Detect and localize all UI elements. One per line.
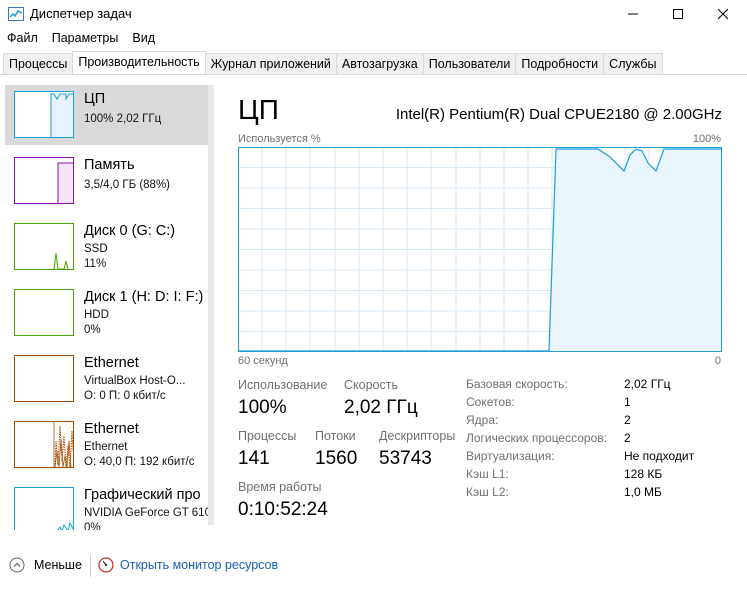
l2-cache-value: 1,0 МБ: [624, 485, 662, 499]
sidebar-item-title: ЦП: [84, 91, 106, 107]
tab-users[interactable]: Пользователи: [422, 53, 517, 74]
tab-app-history[interactable]: Журнал приложений: [204, 53, 337, 74]
memory-thumbnail: [14, 157, 74, 204]
menu-file[interactable]: Файл: [0, 29, 45, 49]
sidebar-item-title: Графический про: [84, 487, 201, 503]
cores-label: Ядра:: [466, 413, 499, 427]
sidebar-scrollbar[interactable]: [208, 85, 214, 525]
handles-value: 53743: [379, 448, 432, 469]
processes-label: Процессы: [238, 429, 297, 443]
l2-cache-label: Кэш L2:: [466, 485, 509, 499]
sidebar-item-gpu[interactable]: Графический про NVIDIA GeForce GT 610 0%: [5, 481, 211, 530]
logical-processors-value: 2: [624, 431, 631, 445]
fewer-details-button[interactable]: Меньше: [34, 558, 82, 572]
sidebar-item-title: Диск 0 (G: C:): [84, 223, 176, 239]
resource-monitor-icon[interactable]: [98, 557, 114, 573]
disk-1-thumbnail: [14, 289, 74, 336]
page-title: ЦП: [238, 94, 279, 125]
sidebar-item-title: Ethernet: [84, 421, 139, 437]
l1-cache-label: Кэш L1:: [466, 467, 509, 481]
cpu-model-name: Intel(R) Pentium(R) Dual CPUE2180 @ 2.00…: [395, 106, 722, 123]
sidebar-item-detail: 3,5/4,0 ГБ (88%): [84, 179, 171, 191]
tab-details[interactable]: Подробности: [515, 53, 605, 74]
sidebar-item-usage: 0%: [84, 522, 101, 530]
sidebar-item-ethernet[interactable]: Ethernet Ethernet О: 40,0 П: 192 кбит/с: [5, 415, 209, 475]
base-speed-label: Базовая скорость:: [466, 377, 568, 391]
menu-bar: Файл Параметры Вид: [0, 29, 162, 49]
maximize-button[interactable]: [655, 0, 701, 28]
sidebar-item-detail: 100% 2,02 ГГц: [84, 113, 162, 125]
graph-y-label: Используется %: [238, 133, 321, 145]
tab-strip: Процессы Производительность Журнал прило…: [3, 51, 663, 74]
speed-label: Скорость: [344, 378, 398, 392]
sidebar-item-title: Ethernet: [84, 355, 139, 371]
speed-value: 2,02 ГГц: [344, 397, 418, 418]
menu-options[interactable]: Параметры: [45, 29, 126, 49]
gpu-thumbnail: [14, 487, 74, 530]
sidebar-item-memory[interactable]: Память 3,5/4,0 ГБ (88%): [5, 151, 209, 211]
ethernet-thumbnail: [14, 355, 74, 402]
graph-x-span: 60 секунд: [238, 355, 288, 367]
title-bar: Диспетчер задач: [0, 0, 747, 28]
resource-sidebar: ЦП 100% 2,02 ГГц Память 3,5/4,0 ГБ (88%)…: [0, 75, 214, 530]
usage-label: Использование: [238, 378, 328, 392]
sidebar-item-detail: HDD: [84, 309, 109, 321]
sockets-label: Сокетов:: [466, 395, 515, 409]
base-speed-value: 2,02 ГГц: [624, 377, 671, 391]
sidebar-item-detail: NVIDIA GeForce GT 610: [84, 507, 211, 519]
cpu-usage-graph: [238, 147, 722, 352]
chevron-up-circle-icon[interactable]: [9, 557, 25, 573]
sidebar-item-throughput: О: 0 П: 0 кбит/с: [84, 390, 166, 402]
window-title: Диспетчер задач: [30, 6, 132, 21]
threads-value: 1560: [315, 448, 358, 469]
minimize-icon: [628, 13, 638, 15]
open-resource-monitor-link[interactable]: Открыть монитор ресурсов: [120, 558, 278, 572]
close-icon: [718, 9, 728, 19]
close-button[interactable]: [700, 0, 746, 28]
threads-label: Потоки: [315, 429, 356, 443]
virtualization-value: Не подходит: [624, 449, 695, 463]
sockets-value: 1: [624, 395, 631, 409]
graph-y-max: 100%: [692, 133, 721, 145]
maximize-icon: [673, 9, 683, 19]
sidebar-item-title: Память: [84, 157, 135, 173]
processes-value: 141: [238, 448, 270, 469]
tab-services[interactable]: Службы: [603, 53, 663, 74]
uptime-label: Время работы: [238, 480, 322, 494]
usage-value: 100%: [238, 397, 287, 418]
uptime-value: 0:10:52:24: [238, 499, 328, 520]
sidebar-item-throughput: О: 40,0 П: 192 кбит/с: [84, 456, 195, 468]
disk-0-thumbnail: [14, 223, 74, 270]
sidebar-item-detail: SSD: [84, 243, 108, 255]
tab-processes[interactable]: Процессы: [3, 53, 74, 74]
ethernet-thumbnail: [14, 421, 74, 468]
cores-value: 2: [624, 413, 631, 427]
graph-x-end: 0: [714, 355, 721, 367]
sidebar-item-detail: Ethernet: [84, 441, 128, 453]
sidebar-item-disk-0[interactable]: Диск 0 (G: C:) SSD 11%: [5, 217, 209, 277]
task-manager-icon: [8, 7, 24, 21]
handles-label: Дескрипторы: [379, 429, 456, 443]
menu-view[interactable]: Вид: [125, 29, 162, 49]
tab-startup[interactable]: Автозагрузка: [335, 53, 424, 74]
l1-cache-value: 128 КБ: [624, 467, 663, 481]
sidebar-item-cpu[interactable]: ЦП 100% 2,02 ГГц: [5, 85, 209, 145]
minimize-button[interactable]: [610, 0, 656, 28]
sidebar-item-usage: 0%: [84, 324, 101, 336]
footer-divider: [90, 555, 91, 577]
footer-bar: Меньше Открыть монитор ресурсов: [0, 546, 747, 586]
sidebar-item-disk-1[interactable]: Диск 1 (H: D: I: F:) HDD 0%: [5, 283, 209, 343]
cpu-thumbnail: [14, 91, 74, 138]
virtualization-label: Виртуализация:: [466, 449, 555, 463]
logical-processors-label: Логических процессоров:: [466, 431, 607, 445]
tab-performance[interactable]: Производительность: [72, 51, 206, 74]
sidebar-item-usage: 11%: [84, 258, 107, 270]
sidebar-item-detail: VirtualBox Host-O...: [84, 375, 186, 387]
sidebar-item-title: Диск 1 (H: D: I: F:): [84, 289, 204, 305]
sidebar-item-ethernet-virtualbox[interactable]: Ethernet VirtualBox Host-O... О: 0 П: 0 …: [5, 349, 209, 409]
